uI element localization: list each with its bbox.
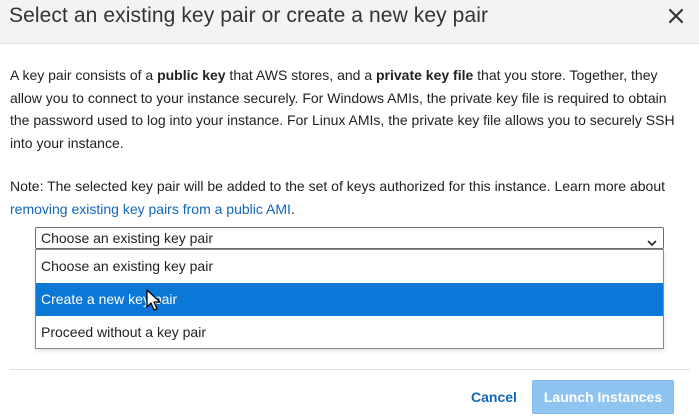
key-pair-select[interactable]: Choose an existing key pair <box>35 227 664 249</box>
footer-divider <box>10 369 690 370</box>
option-choose-existing[interactable]: Choose an existing key pair <box>36 250 663 283</box>
launch-instances-button[interactable]: Launch Instances <box>532 380 674 414</box>
chevron-down-icon <box>647 233 657 247</box>
cancel-button[interactable]: Cancel <box>471 389 517 405</box>
select-value: Choose an existing key pair <box>41 230 213 246</box>
option-create-new[interactable]: Create a new key pair <box>36 283 663 316</box>
dialog-title: Select an existing key pair or create a … <box>9 4 489 27</box>
close-icon[interactable] <box>667 7 685 25</box>
intro-bold-private-key-file: private key file <box>376 67 474 83</box>
note-text: Note: The selected key pair will be adde… <box>10 178 666 194</box>
note-suffix: . <box>290 200 295 217</box>
key-pair-options-list: Choose an existing key pair Create a new… <box>35 249 664 349</box>
key-pair-description: A key pair consists of a public key that… <box>10 64 688 154</box>
key-pair-dialog: Select an existing key pair or create a … <box>0 0 699 420</box>
remove-key-pairs-link[interactable]: removing existing key pairs from a publi… <box>10 201 291 217</box>
dialog-header: Select an existing key pair or create a … <box>0 0 699 44</box>
intro-text-1: A key pair consists of a <box>10 67 158 83</box>
key-pair-note: Note: The selected key pair will be adde… <box>10 175 688 220</box>
intro-bold-public-key: public key <box>157 67 226 83</box>
intro-text-2: that AWS stores, and a <box>225 67 376 83</box>
option-proceed-without[interactable]: Proceed without a key pair <box>36 316 663 349</box>
